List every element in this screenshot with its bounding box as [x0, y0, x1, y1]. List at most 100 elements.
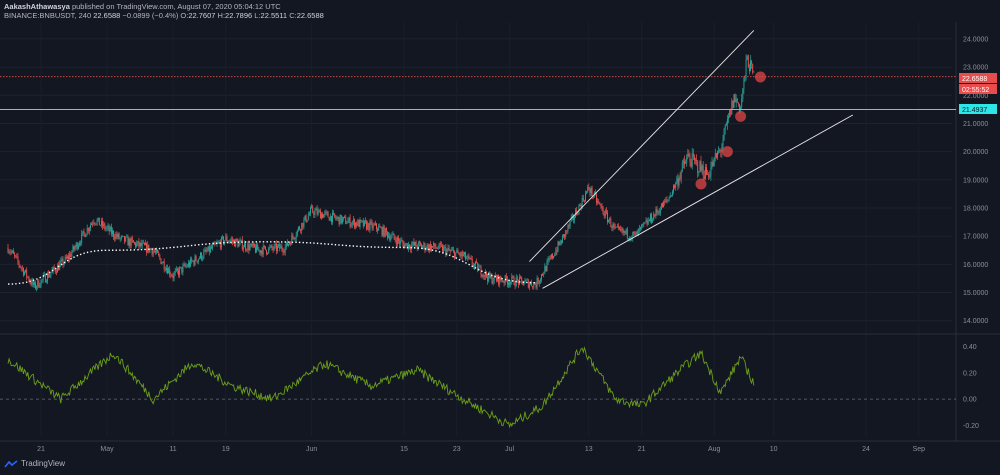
candle-body [657, 211, 659, 213]
candle-body [255, 247, 256, 253]
candle-body [184, 264, 186, 267]
candle-body [355, 222, 357, 228]
candle-body [746, 56, 748, 60]
candle-body [439, 243, 441, 245]
candle-body [722, 140, 724, 147]
candle-body [322, 213, 324, 218]
candle-body [543, 273, 545, 275]
candle-body [666, 199, 668, 201]
candle-body [724, 125, 726, 130]
candle-body [663, 201, 665, 208]
candle-body [370, 221, 372, 223]
candle-body [379, 226, 381, 228]
candle-body [146, 243, 148, 253]
candle-body [346, 223, 348, 225]
candle-body [293, 237, 295, 239]
candle-body [440, 244, 442, 246]
candle-body [150, 248, 152, 250]
candle-body [510, 281, 512, 285]
candle-body [717, 152, 718, 158]
candle-body [514, 284, 516, 287]
candle-body [121, 236, 123, 237]
candle-body [316, 208, 318, 215]
candle-body [644, 222, 646, 224]
candle-body [569, 221, 571, 227]
date-tick-label: 24 [862, 446, 870, 453]
candle-body [103, 223, 105, 227]
candle-body [627, 238, 629, 239]
candle-body [633, 232, 635, 234]
current-price-badge-text: 22.6588 [962, 76, 987, 83]
candle-body [751, 60, 753, 65]
price-tick-label: 14.0000 [963, 318, 988, 325]
candle-body [407, 244, 409, 249]
candle-body [16, 255, 18, 257]
candle-body [549, 258, 551, 259]
candle-body [190, 258, 192, 267]
candle-body [209, 247, 211, 253]
candle-body [468, 255, 470, 258]
candle-body [81, 233, 83, 244]
price-tick-label: 24.0000 [963, 36, 988, 43]
candle-body [36, 286, 38, 289]
candle-body [60, 260, 62, 264]
candle-body [153, 250, 155, 252]
price-chart[interactable]: 24.000023.000022.000021.000020.000019.00… [0, 0, 1000, 475]
candle-body [289, 242, 291, 244]
candle-body [187, 262, 189, 267]
candle-body [566, 230, 568, 232]
candle-body [459, 253, 461, 257]
candle-body [145, 243, 146, 246]
candle-body [621, 228, 623, 231]
candle-body [519, 276, 520, 285]
candle-body [693, 156, 695, 161]
candle-body [143, 242, 145, 246]
candle-body [323, 214, 325, 218]
candle-body [152, 250, 154, 255]
candle-body [492, 281, 494, 284]
candle-body [455, 252, 457, 258]
candle-body [164, 269, 166, 271]
candle-body [536, 277, 538, 288]
candle-body [290, 242, 292, 245]
candle-body [173, 273, 175, 279]
candle-body [686, 157, 688, 163]
candle-body [119, 238, 121, 239]
candle-body [330, 216, 332, 223]
candle-body [178, 270, 179, 276]
candle-body [697, 161, 699, 173]
candle-body [171, 275, 173, 277]
candle-body [245, 243, 247, 250]
candle-body [137, 240, 139, 244]
candle-body [487, 276, 489, 282]
candle-body [502, 281, 504, 283]
candle-body [362, 220, 364, 227]
candle-body [626, 229, 628, 239]
candle-body [14, 253, 16, 256]
candle-body [98, 217, 100, 226]
candle-body [467, 255, 469, 259]
candle-body [415, 242, 417, 247]
candle-body [508, 282, 509, 285]
candle-body [141, 242, 143, 247]
candle-body [703, 175, 705, 179]
candle-body [500, 276, 502, 281]
candle-body [713, 157, 715, 166]
candle-body [554, 255, 556, 257]
candle-body [528, 284, 530, 288]
candle-body [139, 242, 141, 247]
candle-body [586, 191, 588, 194]
candle-body [731, 101, 733, 115]
candle-body [191, 258, 193, 262]
candle-body [624, 231, 626, 234]
candle-body [656, 208, 658, 213]
tradingview-logo[interactable]: TradingView [4, 459, 65, 468]
candle-body [27, 276, 29, 278]
countdown-badge-text: 02:55:52 [962, 87, 989, 94]
candle-body [112, 230, 113, 234]
candle-body [33, 282, 35, 286]
candle-body [380, 227, 382, 229]
candle-body [71, 252, 73, 257]
candle-body [159, 255, 161, 259]
candle-body [685, 162, 687, 164]
